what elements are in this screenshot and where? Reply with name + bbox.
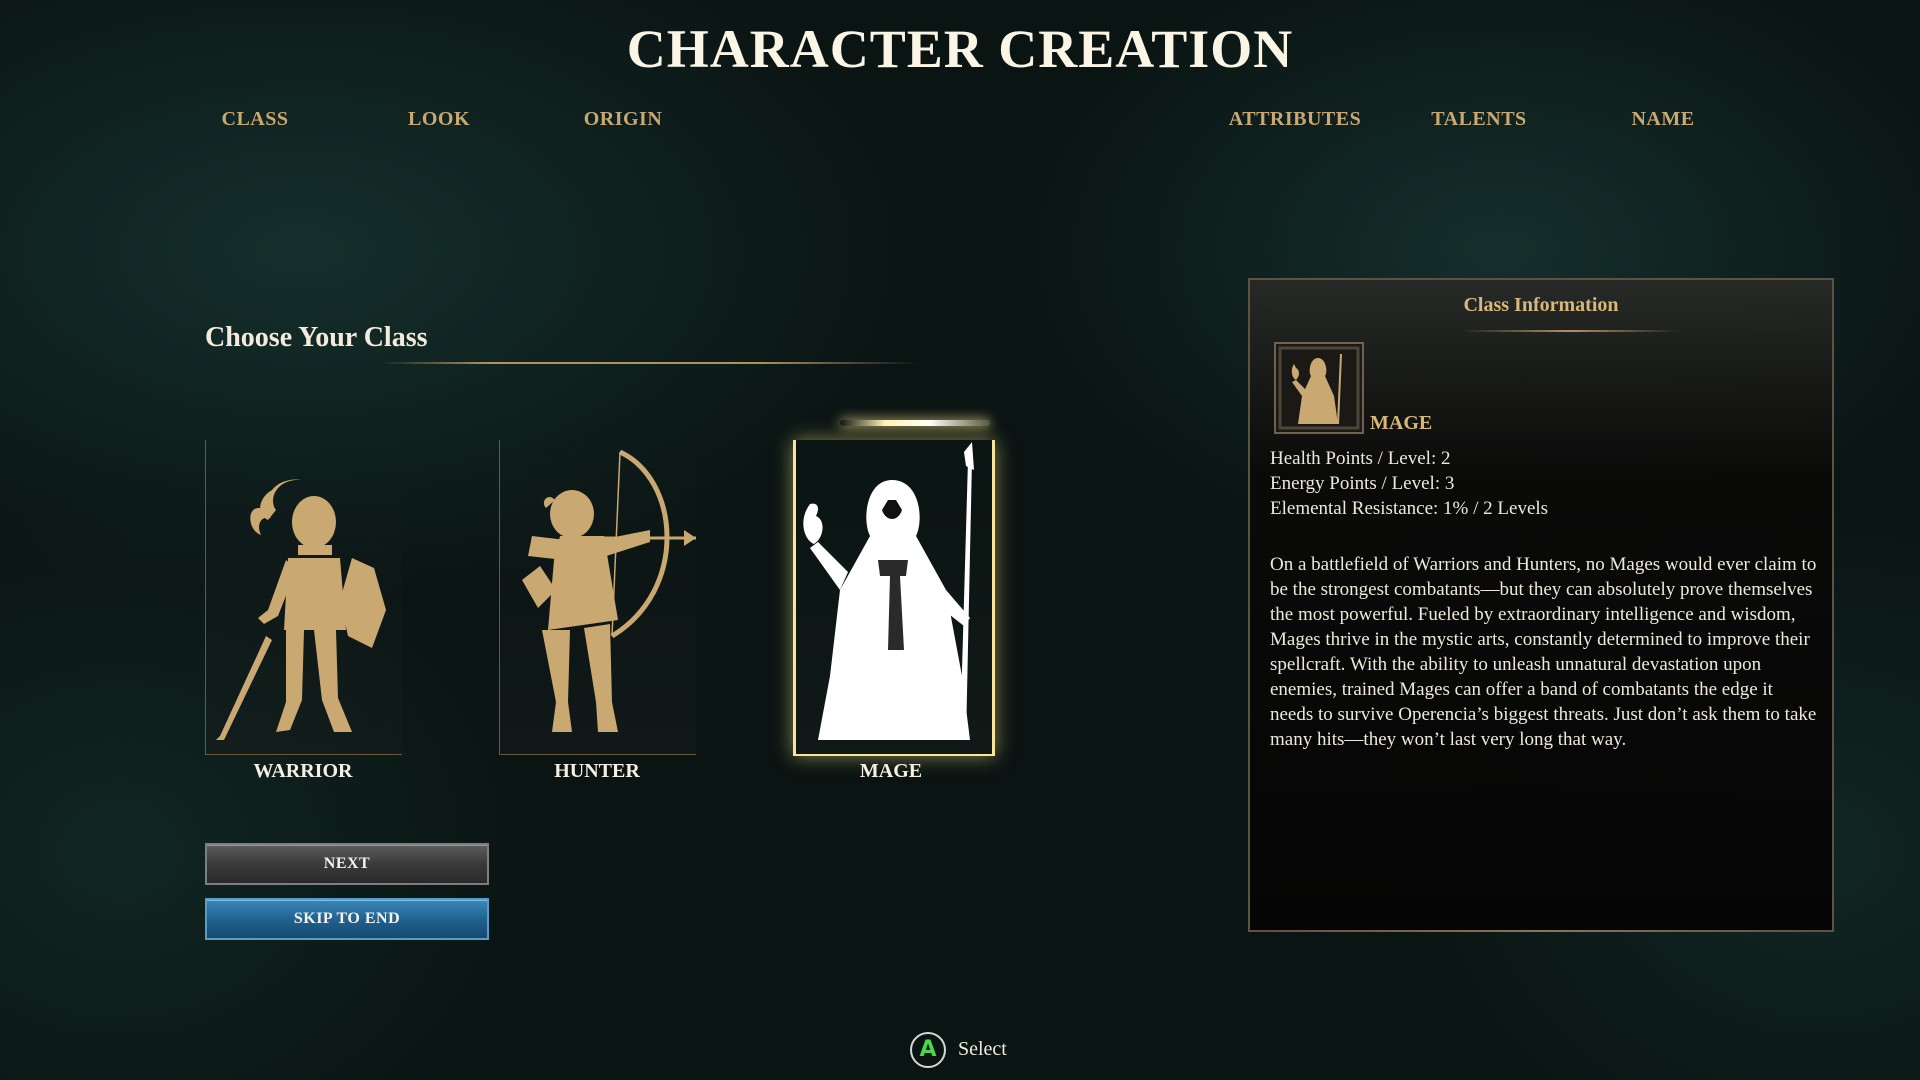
section-divider bbox=[380, 362, 920, 364]
mage-portrait-icon bbox=[1274, 342, 1364, 434]
class-card-mage[interactable] bbox=[793, 440, 995, 756]
step-attributes[interactable]: ATTRIBUTES bbox=[1195, 108, 1395, 131]
class-label-warrior: WARRIOR bbox=[253, 760, 353, 782]
class-stats: Health Points / Level: 2 Energy Points /… bbox=[1270, 446, 1548, 521]
panel-title: Class Information bbox=[1463, 294, 1619, 316]
creation-steps: CLASS LOOK ORIGIN ATTRIBUTES TALENTS NAM… bbox=[0, 108, 1920, 138]
skip-to-end-button[interactable]: SKIP TO END bbox=[205, 898, 489, 940]
step-class[interactable]: CLASS bbox=[155, 108, 355, 131]
warrior-icon bbox=[216, 479, 386, 740]
step-origin[interactable]: ORIGIN bbox=[523, 108, 723, 131]
page-title: CHARACTER CREATION bbox=[626, 19, 1294, 79]
class-information-panel: Class Information MAGE Health Points / L… bbox=[1248, 278, 1834, 932]
class-card-hunter[interactable] bbox=[499, 440, 696, 755]
class-description: On a battlefield of Warriors and Hunters… bbox=[1270, 554, 1817, 750]
selected-class-name: MAGE bbox=[1370, 412, 1433, 434]
step-look[interactable]: LOOK bbox=[339, 108, 539, 131]
panel-title-divider bbox=[1460, 330, 1680, 332]
mage-icon bbox=[803, 442, 974, 740]
step-name[interactable]: NAME bbox=[1563, 108, 1763, 131]
hunter-icon bbox=[522, 449, 696, 732]
section-title: Choose Your Class bbox=[205, 322, 428, 353]
select-prompt-label: Select bbox=[958, 1038, 1007, 1060]
class-label-hunter: HUNTER bbox=[554, 760, 640, 782]
stat-health: Health Points / Level: 2 bbox=[1270, 448, 1451, 469]
class-card-warrior[interactable] bbox=[205, 440, 402, 755]
class-label-mage: MAGE bbox=[859, 760, 923, 782]
stat-energy: Energy Points / Level: 3 bbox=[1270, 473, 1455, 494]
a-button-icon: A bbox=[910, 1032, 946, 1068]
selection-glow bbox=[840, 420, 990, 426]
next-button[interactable]: NEXT bbox=[205, 843, 489, 885]
stat-elemental-resistance: Elemental Resistance: 1% / 2 Levels bbox=[1270, 498, 1549, 519]
step-talents[interactable]: TALENTS bbox=[1379, 108, 1579, 131]
panel-bottom-divider bbox=[1260, 930, 1820, 932]
